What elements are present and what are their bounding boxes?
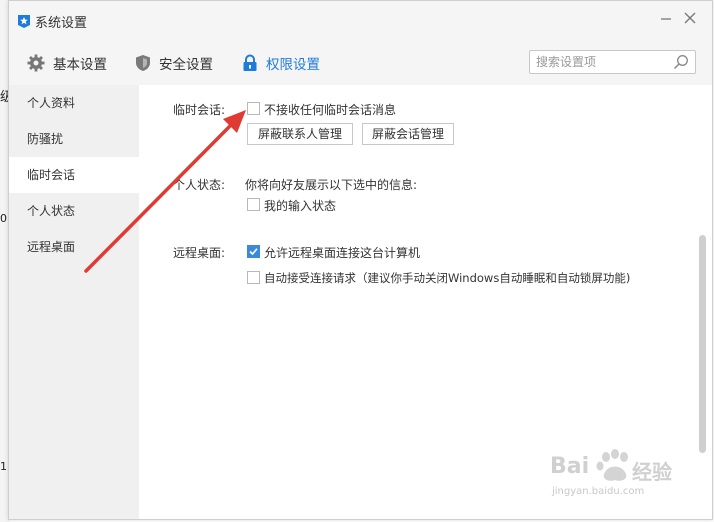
tab-label: 安全设置 (159, 57, 213, 73)
allow-remote-desktop-text: 允许远程桌面连接这台计算机 (264, 246, 421, 260)
tab-bar: 基本设置 安全设置 权限设置 (9, 41, 712, 85)
settings-window: 系统设置 基本设置 安全设置 权限设置 搜索设置项 个人资料 防骚扰 临时会话 … (8, 0, 713, 520)
tab-label: 权限设置 (266, 57, 320, 73)
blocked-sessions-button[interactable]: 屏蔽会话管理 (362, 123, 454, 145)
blocked-contacts-button[interactable]: 屏蔽联系人管理 (247, 123, 353, 145)
allow-remote-desktop-checkbox[interactable] (247, 245, 260, 258)
watermark-brand-cn: 经验 (632, 460, 672, 484)
checkmark-icon (249, 248, 258, 256)
title-bar: 系统设置 (9, 1, 712, 41)
search-input[interactable] (536, 53, 666, 71)
sidebar-item-temp-session[interactable]: 临时会话 (9, 157, 139, 193)
window-title: 系统设置 (35, 16, 88, 31)
sidebar: 个人资料 防骚扰 临时会话 个人状态 远程桌面 (9, 85, 139, 519)
gear-icon (27, 54, 45, 72)
block-temp-session-checkbox[interactable] (247, 102, 260, 115)
baidu-watermark: Bai 经验 jingyan.baidu.com (548, 446, 698, 506)
tab-label: 基本设置 (53, 57, 107, 73)
typing-status-text: 我的输入状态 (264, 199, 337, 213)
sidebar-item-remote-desktop[interactable]: 远程桌面 (9, 229, 139, 265)
shield-icon (136, 55, 150, 71)
search-icon[interactable] (673, 54, 689, 70)
personal-status-description: 你将向好友展示以下选中的信息: (245, 178, 418, 192)
close-button[interactable] (681, 11, 699, 29)
search-box (529, 50, 696, 74)
tab-permission-settings[interactable]: 权限设置 (242, 52, 320, 74)
watermark-url: jingyan.baidu.com (552, 486, 645, 497)
sidebar-item-personal-status[interactable]: 个人状态 (9, 193, 139, 229)
watermark-brand: Bai (550, 454, 590, 479)
tab-security-settings[interactable]: 安全设置 (135, 52, 213, 74)
tab-basic-settings[interactable]: 基本设置 (27, 52, 107, 74)
auto-accept-connection-checkbox[interactable] (247, 271, 260, 284)
minimize-button[interactable] (657, 11, 675, 29)
vertical-scrollbar[interactable] (699, 235, 706, 453)
close-icon (684, 12, 696, 24)
remote-desktop-label: 远程桌面: (173, 246, 226, 260)
minimize-icon (661, 18, 671, 20)
app-logo-icon (18, 15, 30, 28)
sidebar-item-anti-harassment[interactable]: 防骚扰 (9, 121, 139, 157)
typing-status-checkbox[interactable] (247, 198, 260, 211)
personal-status-label: 个人状态: (173, 178, 226, 192)
background-text-fragment: 1 (0, 460, 7, 473)
temp-session-label: 临时会话: (173, 103, 226, 117)
auto-accept-connection-text: 自动接受连接请求（建议你手动关闭Windows自动睡眠和自动锁屏功能) (264, 271, 631, 285)
lock-icon (243, 54, 257, 71)
sidebar-item-profile[interactable]: 个人资料 (9, 85, 139, 121)
block-temp-session-text: 不接收任何临时会话消息 (264, 103, 397, 117)
